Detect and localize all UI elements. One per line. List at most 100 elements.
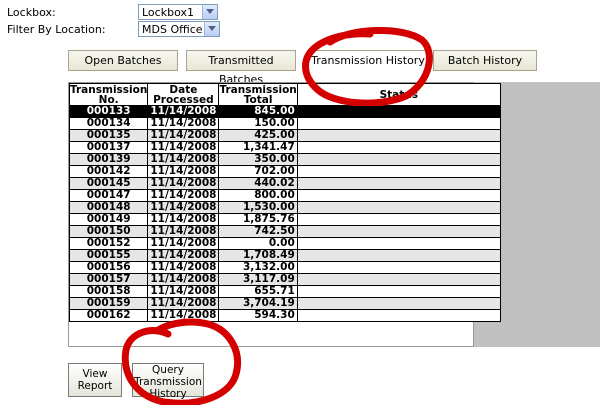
cell-date-processed[interactable]: 11/14/2008 <box>147 285 220 298</box>
col-header-status[interactable]: Status <box>296 83 501 106</box>
table-row[interactable]: 000147 11/14/2008 800.00 <box>68 189 501 202</box>
cell-transmission-total[interactable]: 702.00 <box>218 165 298 178</box>
cell-transmission-total[interactable]: 1,708.49 <box>218 249 298 262</box>
cell-transmission-total[interactable]: 3,132.00 <box>218 261 298 274</box>
cell-status[interactable] <box>296 237 501 250</box>
cell-status[interactable] <box>296 153 501 166</box>
cell-transmission-no[interactable]: 000159 <box>68 297 149 310</box>
cell-status[interactable] <box>296 225 501 238</box>
table-row[interactable]: 000135 11/14/2008 425.00 <box>68 129 501 142</box>
cell-date-processed[interactable]: 11/14/2008 <box>147 117 220 130</box>
cell-date-processed[interactable]: 11/14/2008 <box>147 105 220 118</box>
cell-transmission-total[interactable]: 594.30 <box>218 309 298 322</box>
table-row[interactable]: 000139 11/14/2008 350.00 <box>68 153 501 166</box>
cell-date-processed[interactable]: 11/14/2008 <box>147 141 220 154</box>
cell-date-processed[interactable]: 11/14/2008 <box>147 225 220 238</box>
view-report-button[interactable]: View Report <box>68 363 122 397</box>
cell-status[interactable] <box>296 117 501 130</box>
cell-date-processed[interactable]: 11/14/2008 <box>147 201 220 214</box>
cell-transmission-total[interactable]: 800.00 <box>218 189 298 202</box>
cell-date-processed[interactable]: 11/14/2008 <box>147 297 220 310</box>
cell-transmission-no[interactable]: 000142 <box>68 165 149 178</box>
cell-status[interactable] <box>296 261 501 274</box>
cell-transmission-total[interactable]: 655.71 <box>218 285 298 298</box>
lockbox-select[interactable]: Lockbox1 <box>138 4 218 20</box>
table-row[interactable]: 000145 11/14/2008 440.02 <box>68 177 501 190</box>
cell-transmission-total[interactable]: 3,704.19 <box>218 297 298 310</box>
cell-transmission-total[interactable]: 425.00 <box>218 129 298 142</box>
tab-transmitted-batches[interactable]: Transmitted Batches <box>186 50 296 86</box>
cell-transmission-no[interactable]: 000134 <box>68 117 149 130</box>
table-row[interactable]: 000155 11/14/2008 1,708.49 <box>68 249 501 262</box>
table-row[interactable]: 000133 11/14/2008 845.00 <box>68 105 501 118</box>
cell-transmission-no[interactable]: 000157 <box>68 273 149 286</box>
cell-transmission-no[interactable]: 000139 <box>68 153 149 166</box>
cell-transmission-total[interactable]: 845.00 <box>218 105 298 118</box>
cell-status[interactable] <box>296 285 501 298</box>
table-row[interactable]: 000149 11/14/2008 1,875.76 <box>68 213 501 226</box>
cell-transmission-total[interactable]: 1,341.47 <box>218 141 298 154</box>
cell-date-processed[interactable]: 11/14/2008 <box>147 189 220 202</box>
table-row[interactable]: 000148 11/14/2008 1,530.00 <box>68 201 501 214</box>
cell-date-processed[interactable]: 11/14/2008 <box>147 177 220 190</box>
cell-transmission-no[interactable]: 000148 <box>68 201 149 214</box>
cell-status[interactable] <box>296 273 501 286</box>
tab-transmission-history[interactable]: Transmission History <box>308 50 428 71</box>
cell-transmission-no[interactable]: 000133 <box>68 105 149 118</box>
table-row[interactable]: 000150 11/14/2008 742.50 <box>68 225 501 238</box>
cell-transmission-no[interactable]: 000150 <box>68 225 149 238</box>
cell-transmission-total[interactable]: 1,875.76 <box>218 213 298 226</box>
tab-open-batches[interactable]: Open Batches <box>68 50 178 71</box>
cell-date-processed[interactable]: 11/14/2008 <box>147 213 220 226</box>
table-row[interactable]: 000157 11/14/2008 3,117.09 <box>68 273 501 286</box>
col-header-transmission-total[interactable]: Transmission Total <box>218 83 298 106</box>
cell-status[interactable] <box>296 249 501 262</box>
cell-transmission-no[interactable]: 000145 <box>68 177 149 190</box>
cell-transmission-no[interactable]: 000147 <box>68 189 149 202</box>
cell-transmission-total[interactable]: 150.00 <box>218 117 298 130</box>
table-row[interactable]: 000152 11/14/2008 0.00 <box>68 237 501 250</box>
tab-batch-history[interactable]: Batch History <box>433 50 537 71</box>
cell-status[interactable] <box>296 141 501 154</box>
location-select[interactable]: MDS Office <box>138 21 220 37</box>
cell-status[interactable] <box>296 177 501 190</box>
table-row[interactable]: 000158 11/14/2008 655.71 <box>68 285 501 298</box>
cell-date-processed[interactable]: 11/14/2008 <box>147 309 220 322</box>
cell-transmission-total[interactable]: 1,530.00 <box>218 201 298 214</box>
col-header-transmission-no[interactable]: Transmission No. <box>68 83 149 106</box>
cell-transmission-total[interactable]: 742.50 <box>218 225 298 238</box>
table-row[interactable]: 000142 11/14/2008 702.00 <box>68 165 501 178</box>
col-header-date-processed[interactable]: Date Processed <box>147 83 220 106</box>
cell-status[interactable] <box>296 129 501 142</box>
cell-transmission-no[interactable]: 000137 <box>68 141 149 154</box>
cell-date-processed[interactable]: 11/14/2008 <box>147 129 220 142</box>
cell-transmission-no[interactable]: 000162 <box>68 309 149 322</box>
cell-transmission-no[interactable]: 000156 <box>68 261 149 274</box>
cell-date-processed[interactable]: 11/14/2008 <box>147 261 220 274</box>
table-row[interactable]: 000162 11/14/2008 594.30 <box>68 309 501 322</box>
cell-date-processed[interactable]: 11/14/2008 <box>147 249 220 262</box>
cell-date-processed[interactable]: 11/14/2008 <box>147 153 220 166</box>
cell-status[interactable] <box>296 297 501 310</box>
cell-date-processed[interactable]: 11/14/2008 <box>147 273 220 286</box>
cell-date-processed[interactable]: 11/14/2008 <box>147 237 220 250</box>
cell-date-processed[interactable]: 11/14/2008 <box>147 165 220 178</box>
cell-transmission-total[interactable]: 350.00 <box>218 153 298 166</box>
cell-transmission-no[interactable]: 000149 <box>68 213 149 226</box>
cell-status[interactable] <box>296 213 501 226</box>
cell-transmission-total[interactable]: 440.02 <box>218 177 298 190</box>
cell-status[interactable] <box>296 105 501 118</box>
table-row[interactable]: 000159 11/14/2008 3,704.19 <box>68 297 501 310</box>
cell-transmission-no[interactable]: 000158 <box>68 285 149 298</box>
table-row[interactable]: 000137 11/14/2008 1,341.47 <box>68 141 501 154</box>
query-transmission-history-button[interactable]: Query Transmission History <box>132 363 204 400</box>
chevron-down-icon[interactable] <box>202 5 217 19</box>
cell-status[interactable] <box>296 165 501 178</box>
cell-transmission-no[interactable]: 000135 <box>68 129 149 142</box>
chevron-down-icon[interactable] <box>204 22 219 36</box>
table-row[interactable]: 000134 11/14/2008 150.00 <box>68 117 501 130</box>
cell-status[interactable] <box>296 309 501 322</box>
cell-status[interactable] <box>296 189 501 202</box>
cell-transmission-total[interactable]: 3,117.09 <box>218 273 298 286</box>
cell-transmission-no[interactable]: 000155 <box>68 249 149 262</box>
